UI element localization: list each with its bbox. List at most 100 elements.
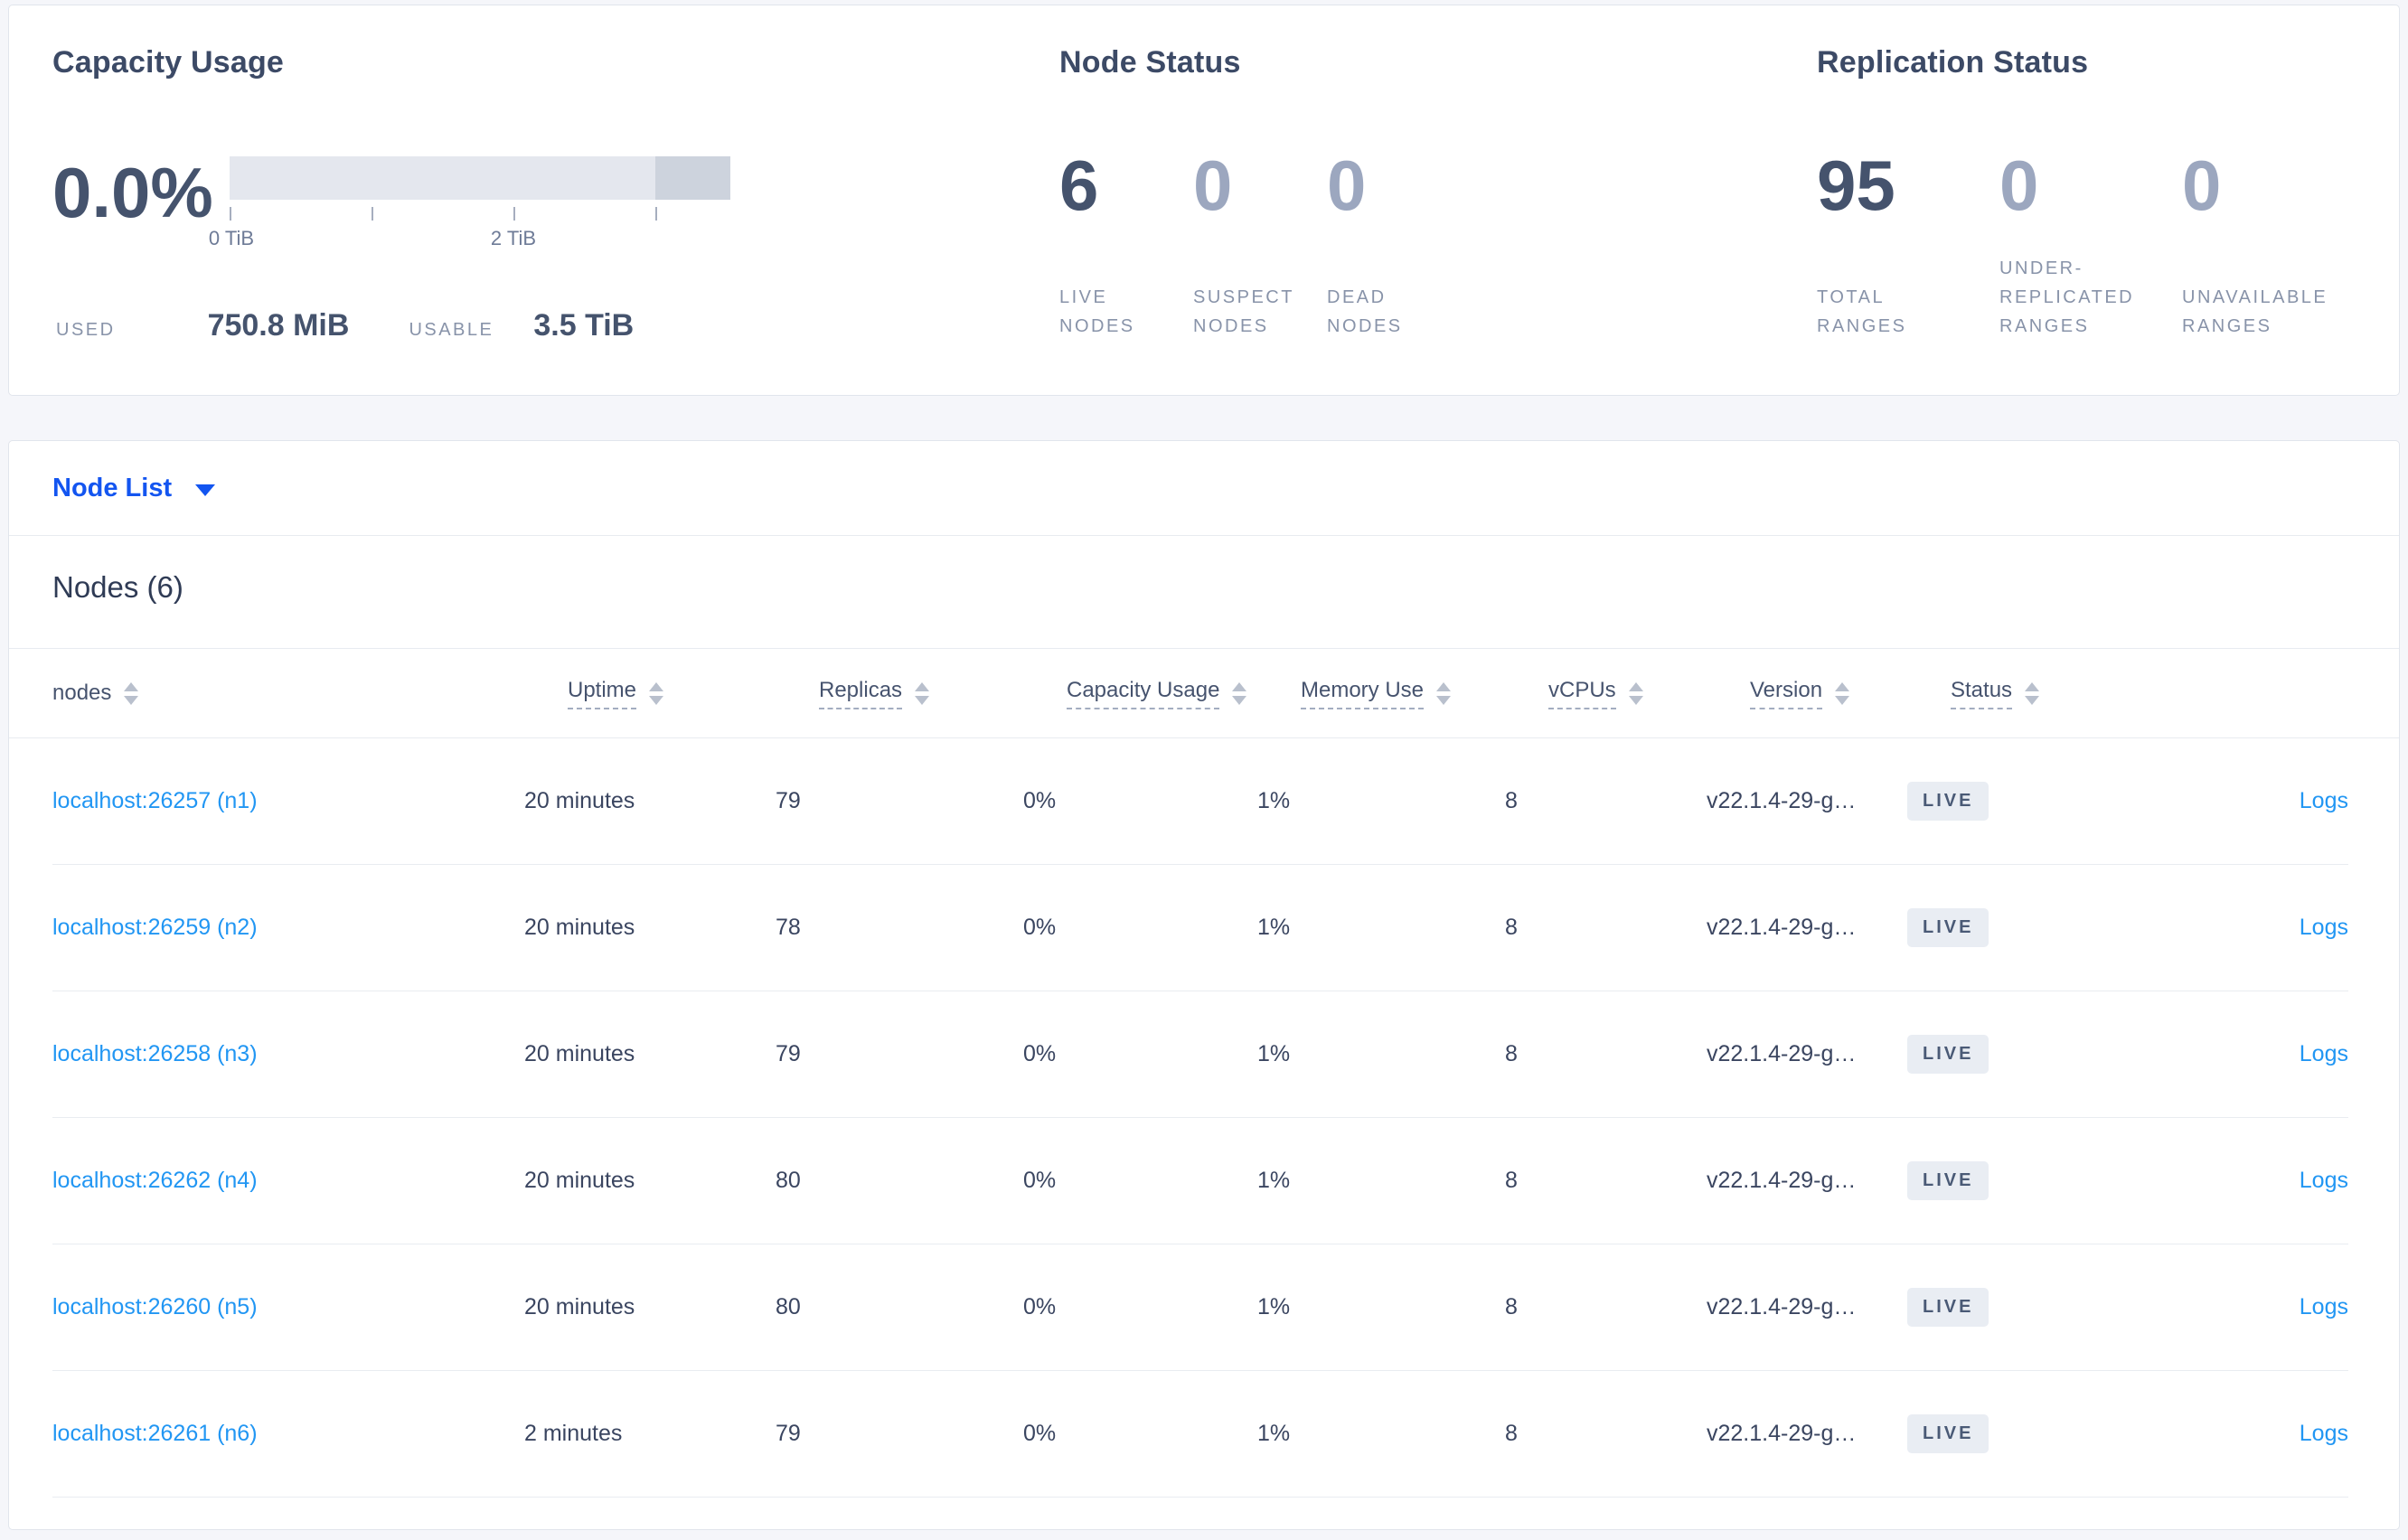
tick-mark: [513, 207, 515, 221]
memory-use-cell: 1%: [1257, 1421, 1291, 1446]
tick-label-2tib: 2 TiB: [490, 227, 537, 249]
column-header-version[interactable]: Version: [1750, 678, 1951, 709]
sort-arrows-icon: [1835, 681, 1850, 705]
logs-link[interactable]: Logs: [2300, 788, 2348, 813]
replicas-cell: 79: [776, 1041, 801, 1066]
status-badge: LIVE: [1907, 908, 1989, 947]
column-header-capacity-usage[interactable]: Capacity Usage: [1067, 678, 1301, 709]
vcpus-cell: 8: [1505, 788, 1518, 813]
status-badge: LIVE: [1907, 1161, 1989, 1200]
under-replicated-ranges-stat: 0 UNDER-REPLICATED RANGES: [1999, 149, 2182, 341]
cluster-overview-page: Capacity Usage 0.0% 0 TiB 2 TiB USED 750…: [0, 0, 2408, 1535]
version-cell: v22.1.4-29-g…: [1707, 1168, 1857, 1193]
uptime-cell: 20 minutes: [524, 915, 635, 940]
nodes-table-header: nodes Uptime Replicas Capacity Usage Mem…: [9, 648, 2399, 738]
logs-link[interactable]: Logs: [2300, 1041, 2348, 1066]
vcpus-cell: 8: [1505, 1294, 1518, 1319]
column-header-uptime[interactable]: Uptime: [568, 678, 819, 709]
sort-arrows-icon: [1232, 681, 1247, 705]
replicas-cell: 78: [776, 915, 801, 940]
vcpus-cell: 8: [1505, 915, 1518, 940]
sort-arrows-icon: [1436, 681, 1452, 705]
tick-label-0tib: 0 TiB: [208, 227, 255, 249]
sort-arrows-icon: [915, 681, 930, 705]
replicas-cell: 79: [776, 788, 801, 813]
total-ranges-stat: 95 TOTAL RANGES: [1817, 149, 1999, 341]
node-link[interactable]: localhost:26257 (n1): [52, 788, 258, 813]
uptime-cell: 20 minutes: [524, 1168, 635, 1193]
dead-nodes-label: DEAD NODES: [1327, 287, 1403, 336]
replicas-cell: 79: [776, 1421, 801, 1446]
node-list-dropdown-label[interactable]: Node List: [52, 474, 172, 503]
table-row: localhost:26258 (n3) 20 minutes 79 0% 1%…: [52, 991, 2348, 1118]
usable-label: USABLE: [409, 320, 494, 340]
node-link[interactable]: localhost:26258 (n3): [52, 1041, 258, 1066]
sort-arrows-icon: [649, 681, 664, 705]
replication-status-section: Replication Status 95 TOTAL RANGES 0 UND…: [1817, 45, 2365, 395]
capacity-usage-cell: 0%: [1023, 1294, 1057, 1319]
node-status-title: Node Status: [1059, 45, 1241, 80]
node-list-dropdown[interactable]: Node List: [9, 441, 2399, 536]
capacity-usage-cell: 0%: [1023, 1421, 1057, 1446]
column-header-status[interactable]: Status: [1951, 678, 2142, 709]
capacity-percent-value: 0.0%: [52, 153, 213, 232]
memory-use-cell: 1%: [1257, 1168, 1291, 1193]
table-row: localhost:26259 (n2) 20 minutes 78 0% 1%…: [52, 865, 2348, 991]
logs-link[interactable]: Logs: [2300, 1168, 2348, 1193]
memory-use-cell: 1%: [1257, 915, 1291, 940]
table-row: localhost:26262 (n4) 20 minutes 80 0% 1%…: [52, 1118, 2348, 1244]
logs-link[interactable]: Logs: [2300, 1294, 2348, 1319]
replicas-cell: 80: [776, 1294, 801, 1319]
status-badge: LIVE: [1907, 1288, 1989, 1327]
usable-value: 3.5 TiB: [533, 308, 635, 343]
capacity-usage-section: Capacity Usage 0.0% 0 TiB 2 TiB USED 750…: [52, 45, 1059, 395]
total-ranges-value: 95: [1817, 146, 1895, 225]
replicas-cell: 80: [776, 1168, 801, 1193]
under-replicated-ranges-value: 0: [1999, 146, 2039, 225]
capacity-usage-bar: 0 TiB 2 TiB: [209, 156, 730, 252]
tick-mark: [230, 207, 231, 221]
capacity-bar-ticks: [230, 207, 730, 221]
status-badge: LIVE: [1907, 1035, 1989, 1074]
dead-nodes-stat: 0 DEAD NODES: [1327, 149, 1461, 341]
uptime-cell: 20 minutes: [524, 1041, 635, 1066]
unavailable-ranges-label: UNAVAILABLE RANGES: [2182, 287, 2328, 336]
unavailable-ranges-value: 0: [2182, 146, 2222, 225]
capacity-usage-cell: 0%: [1023, 788, 1057, 813]
vcpus-cell: 8: [1505, 1421, 1518, 1446]
capacity-bar-track: [230, 156, 730, 200]
live-nodes-label: LIVE NODES: [1059, 287, 1135, 336]
version-cell: v22.1.4-29-g…: [1707, 1041, 1857, 1066]
logs-link[interactable]: Logs: [2300, 915, 2348, 940]
column-header-nodes[interactable]: nodes: [52, 681, 568, 706]
under-replicated-ranges-label: UNDER-REPLICATED RANGES: [1999, 258, 2135, 336]
node-status-section: Node Status 6 LIVE NODES 0 SUSPECT NODES…: [1059, 45, 1817, 395]
logs-link[interactable]: Logs: [2300, 1421, 2348, 1446]
version-cell: v22.1.4-29-g…: [1707, 915, 1857, 940]
live-nodes-stat: 6 LIVE NODES: [1059, 149, 1193, 341]
status-badge: LIVE: [1907, 782, 1989, 821]
unavailable-ranges-stat: 0 UNAVAILABLE RANGES: [2182, 149, 2365, 341]
memory-use-cell: 1%: [1257, 1294, 1291, 1319]
node-link[interactable]: localhost:26262 (n4): [52, 1168, 258, 1193]
nodes-count-heading: Nodes (6): [52, 570, 183, 604]
replication-status-title: Replication Status: [1817, 45, 2089, 80]
suspect-nodes-stat: 0 SUSPECT NODES: [1193, 149, 1327, 341]
sort-arrows-icon: [1628, 681, 1643, 705]
column-header-memory-use[interactable]: Memory Use: [1301, 678, 1548, 709]
tick-mark: [655, 207, 657, 221]
node-link[interactable]: localhost:26259 (n2): [52, 915, 258, 940]
sort-arrows-icon: [124, 681, 139, 705]
used-label: USED: [56, 320, 116, 340]
capacity-usage-cell: 0%: [1023, 1041, 1057, 1066]
node-link[interactable]: localhost:26260 (n5): [52, 1294, 258, 1319]
nodes-table-body: localhost:26257 (n1) 20 minutes 79 0% 1%…: [9, 738, 2399, 1498]
uptime-cell: 20 minutes: [524, 788, 635, 813]
column-header-replicas[interactable]: Replicas: [819, 678, 1067, 709]
column-header-vcpus[interactable]: vCPUs: [1548, 678, 1750, 709]
node-link[interactable]: localhost:26261 (n6): [52, 1421, 258, 1446]
table-row: localhost:26257 (n1) 20 minutes 79 0% 1%…: [52, 738, 2348, 865]
version-cell: v22.1.4-29-g…: [1707, 1421, 1857, 1446]
chevron-down-icon: [195, 484, 216, 496]
uptime-cell: 20 minutes: [524, 1294, 635, 1319]
